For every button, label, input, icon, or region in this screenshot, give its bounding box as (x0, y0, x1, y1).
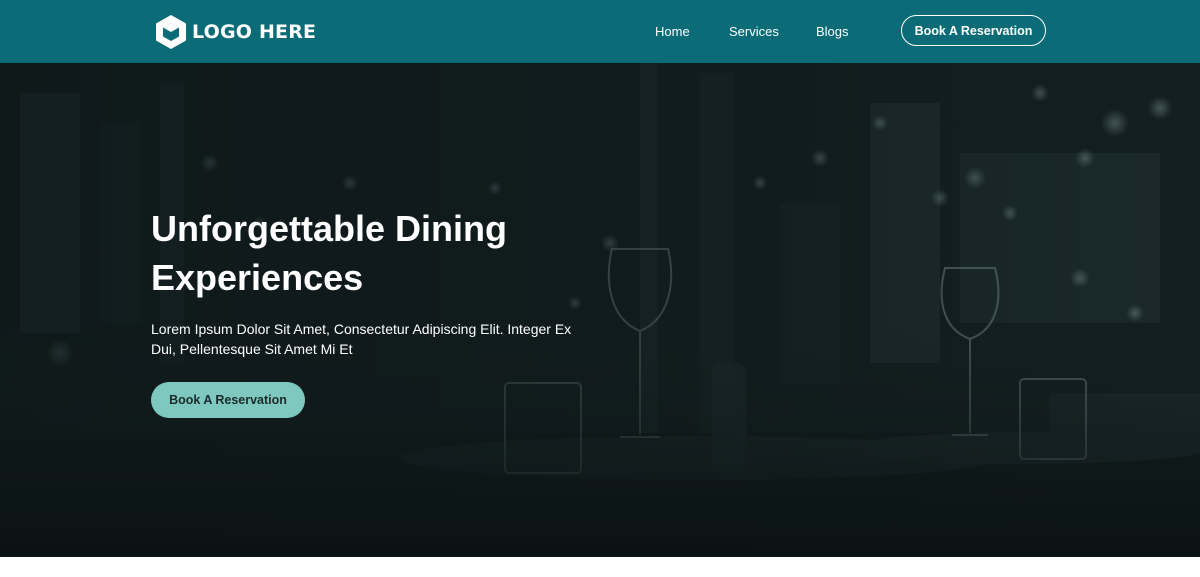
nav-home: Home (655, 0, 690, 63)
nav-blogs: Blogs (816, 0, 849, 63)
logo[interactable]: LOGO HERE (154, 14, 316, 50)
hero-subtitle: Lorem Ipsum Dolor Sit Amet, Consectetur … (151, 321, 572, 357)
nav-link-home[interactable]: Home (655, 24, 690, 39)
nav-link-services[interactable]: Services (729, 24, 779, 39)
hero-book-reservation-button[interactable]: Book A Reservation (151, 382, 305, 418)
logo-text: LOGO HERE (192, 21, 317, 43)
header-book-reservation-button[interactable]: Book A Reservation (901, 15, 1046, 46)
hero-title: Unforgettable Dining Experiences (151, 208, 507, 298)
hexagon-cube-icon (156, 15, 186, 49)
hero-section: Unforgettable Dining Experiences Lorem I… (0, 63, 1200, 557)
page-bottom-strip (0, 557, 1200, 577)
restaurant-background-image (0, 63, 1200, 557)
nav-link-blogs[interactable]: Blogs (816, 24, 849, 39)
nav-services: Services (729, 0, 779, 63)
site-header: LOGO HERE Home Services Blogs Book A Res… (0, 0, 1200, 63)
